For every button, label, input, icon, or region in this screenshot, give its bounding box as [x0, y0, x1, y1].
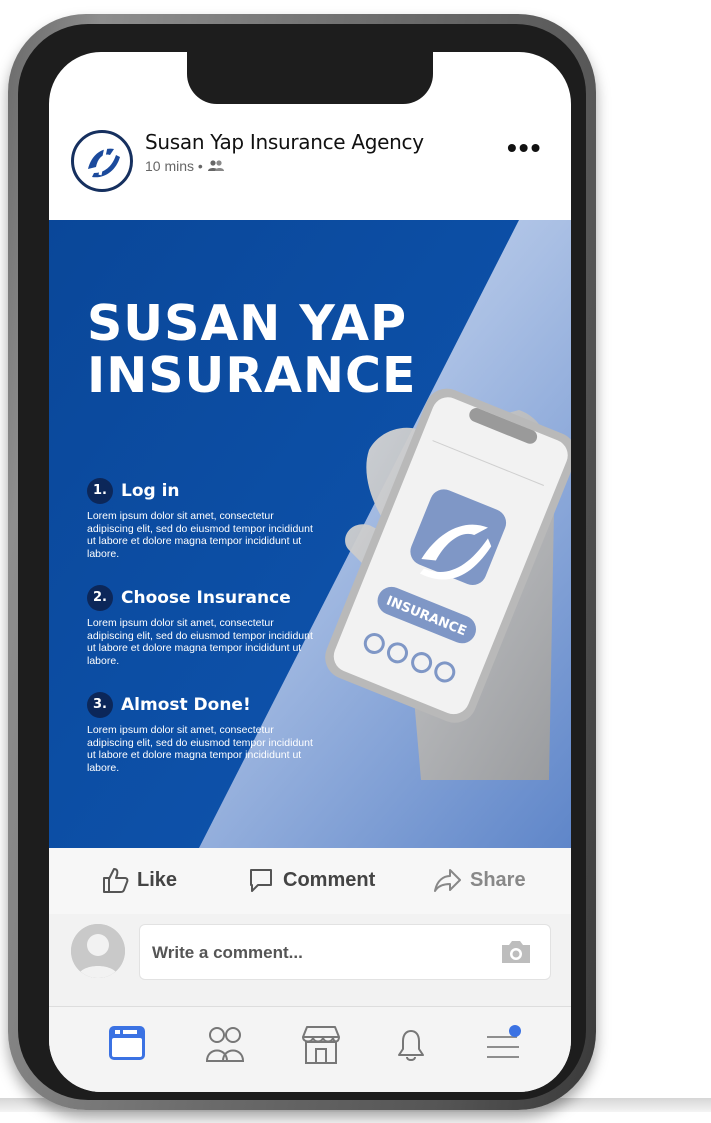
news-feed-icon	[109, 1026, 145, 1060]
page-avatar[interactable]	[71, 130, 133, 192]
marketplace-icon	[302, 1026, 340, 1064]
comment-label: Comment	[283, 868, 376, 891]
step-title: Log in	[121, 481, 180, 501]
bottom-tab-bar	[49, 1006, 571, 1092]
step-2: 2. Choose Insurance Lorem ipsum dolor si…	[87, 585, 327, 667]
page-name[interactable]: Susan Yap Insurance Agency	[145, 130, 424, 154]
ad-image[interactable]: INSURANCE SUSAN YAP INSURANCE 1. Log in …	[49, 220, 571, 848]
friends-audience-icon	[207, 160, 224, 171]
share-icon	[434, 869, 461, 892]
phone-screen: Susan Yap Insurance Agency 10 mins • •••	[49, 52, 571, 1092]
thumbs-up-icon	[103, 868, 129, 893]
step-title: Choose Insurance	[121, 588, 291, 608]
step-body: Lorem ipsum dolor sit amet, consectetur …	[87, 510, 313, 560]
ad-title: SUSAN YAP INSURANCE	[87, 298, 416, 402]
menu-icon	[487, 1025, 521, 1058]
tab-friends[interactable]	[203, 1023, 247, 1072]
default-user-icon	[71, 924, 125, 978]
menu-badge-dot	[509, 1025, 521, 1037]
share-button[interactable]: Share	[432, 866, 526, 894]
comment-input[interactable]: Write a comment...	[139, 924, 551, 980]
post-time[interactable]: 10 mins	[145, 158, 194, 174]
post-header: Susan Yap Insurance Agency 10 mins • •••	[49, 122, 571, 220]
ad-title-line1: SUSAN YAP	[87, 295, 407, 352]
comment-icon	[250, 869, 272, 892]
tab-notifications[interactable]	[389, 1023, 433, 1072]
step-1: 1. Log in Lorem ipsum dolor sit amet, co…	[87, 478, 327, 560]
share-label: Share	[470, 868, 526, 891]
meta-separator: •	[197, 158, 203, 174]
step-body: Lorem ipsum dolor sit amet, consectetur …	[87, 617, 313, 667]
camera-icon[interactable]	[500, 939, 532, 965]
friends-icon	[205, 1027, 245, 1062]
step-3: 3. Almost Done! Lorem ipsum dolor sit am…	[87, 692, 327, 774]
post-actions: Like Comment Share	[49, 848, 571, 914]
step-number: 1.	[87, 478, 113, 504]
phone-notch	[187, 52, 433, 104]
step-number: 3.	[87, 692, 113, 718]
like-label: Like	[137, 868, 178, 891]
user-avatar[interactable]	[71, 924, 125, 978]
ad-title-line2: INSURANCE	[87, 347, 417, 404]
tab-menu[interactable]	[481, 1023, 525, 1072]
comment-composer: Write a comment...	[49, 914, 571, 1006]
tab-news-feed[interactable]	[107, 1023, 147, 1068]
step-title: Almost Done!	[121, 695, 251, 715]
tab-marketplace[interactable]	[299, 1023, 343, 1072]
agency-logo-icon	[76, 135, 128, 187]
post-meta: 10 mins •	[145, 158, 225, 174]
step-body: Lorem ipsum dolor sit amet, consectetur …	[87, 724, 313, 774]
notifications-icon	[398, 1030, 424, 1061]
step-number: 2.	[87, 585, 113, 611]
comment-placeholder: Write a comment...	[152, 943, 303, 962]
comment-button[interactable]: Comment	[247, 866, 375, 894]
like-button[interactable]: Like	[101, 866, 177, 894]
more-options-button[interactable]: •••	[507, 132, 542, 164]
